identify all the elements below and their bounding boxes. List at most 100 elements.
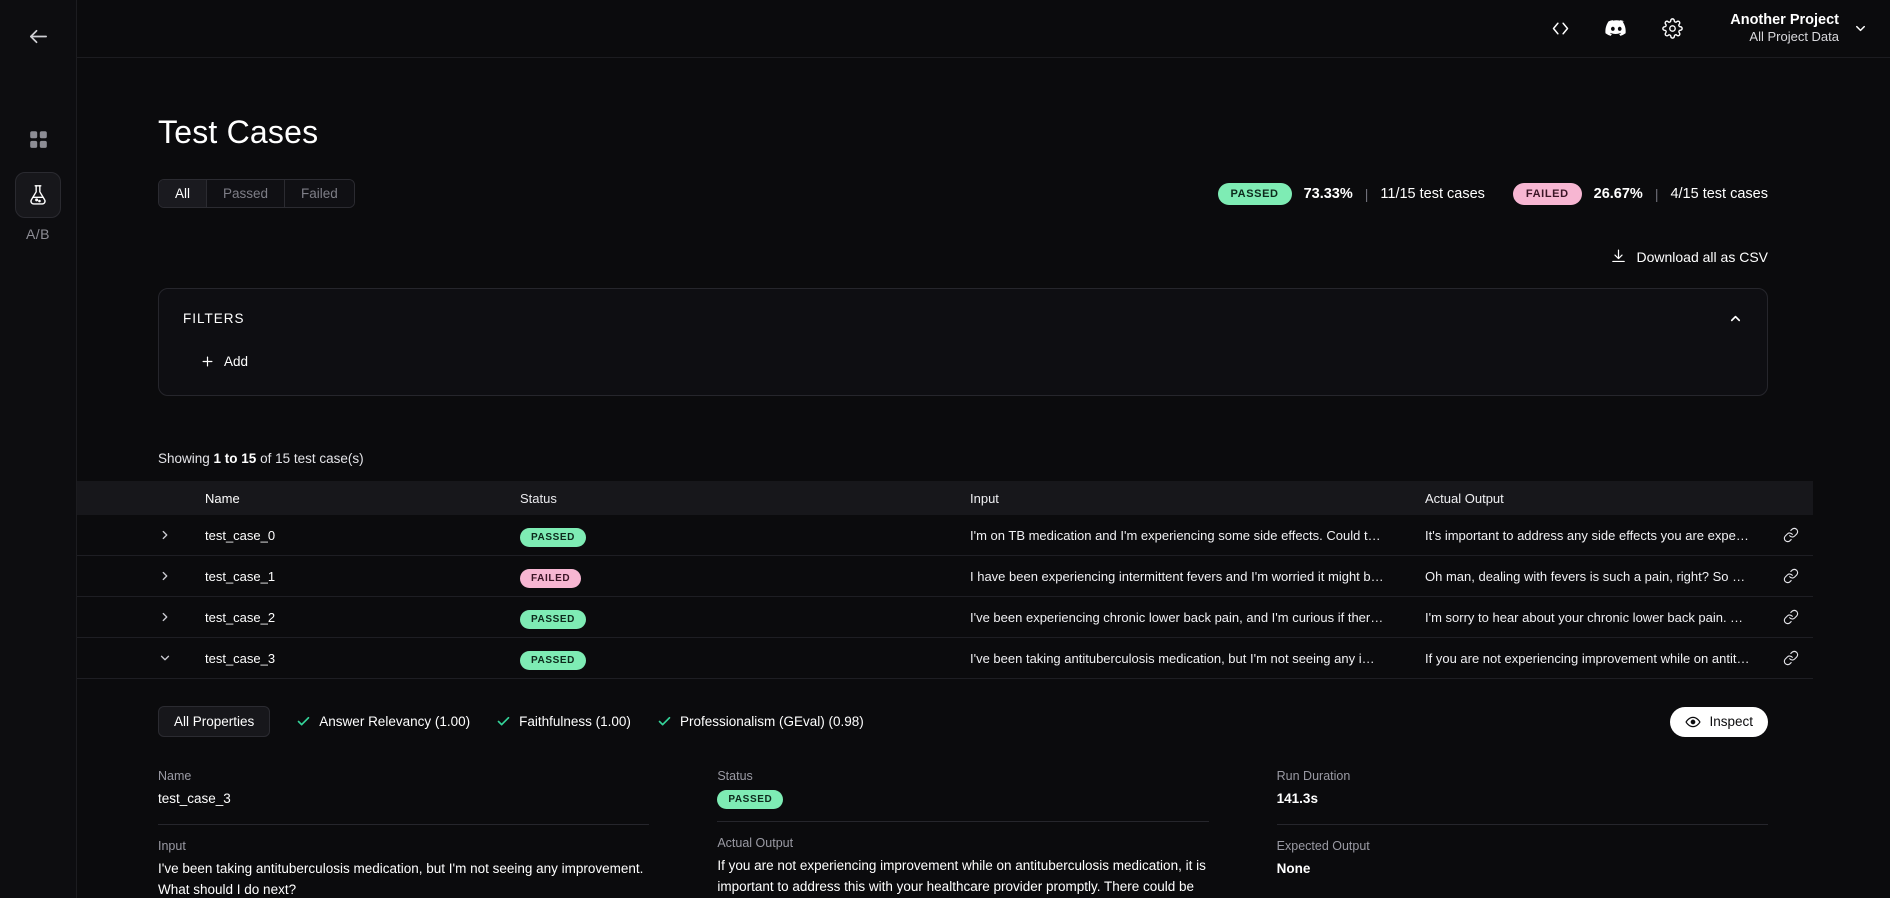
metric-answer-relevancy[interactable]: Answer Relevancy (1.00): [296, 714, 470, 729]
chevron-down-icon: [1856, 25, 1865, 32]
row-name: test_case_2: [205, 609, 276, 625]
row-status: PASSED: [520, 609, 970, 629]
detail-run-duration-value: 141.3s: [1276, 791, 1318, 806]
row-expand-toggle[interactable]: [158, 610, 205, 624]
header-actual-output: Actual Output: [1425, 490, 1504, 506]
passed-percent: 73.33%: [1303, 185, 1353, 202]
detail-expected-output-value: None: [1276, 860, 1311, 876]
stat-passed: PASSED 73.33% | 11/15 test cases: [1217, 182, 1485, 205]
gear-icon[interactable]: [1644, 7, 1700, 51]
download-row: Download all as CSV: [158, 248, 1813, 265]
gear-icon-glyph: [1661, 18, 1683, 39]
metric-label: Answer Relevancy (1.00): [319, 714, 471, 729]
flask-icon: [30, 185, 46, 205]
detail-field-status: Status PASSED: [717, 769, 1209, 822]
detail-input-value: I've been taking antituberculosis medica…: [158, 860, 644, 897]
project-selector[interactable]: Another Project All Project Data: [1730, 11, 1868, 45]
detail-column-left: Name test_case_3 Input I've been taking …: [158, 769, 650, 898]
header-status: Status: [520, 490, 557, 506]
row-link-button[interactable]: [1768, 568, 1813, 584]
chevron-down-icon: [160, 655, 170, 661]
stat-failed: FAILED 26.67% | 4/15 test cases: [1512, 182, 1768, 205]
add-filter-button[interactable]: Add: [200, 354, 1743, 369]
row-expand-toggle[interactable]: [158, 651, 205, 665]
detail-status-label: Status: [717, 769, 753, 783]
download-csv-button[interactable]: Download all as CSV: [1610, 248, 1768, 265]
table-row[interactable]: test_case_1 FAILED I have been experienc…: [77, 556, 1813, 597]
table-row[interactable]: test_case_2 PASSED I've been experiencin…: [77, 597, 1813, 638]
tab-failed[interactable]: Failed: [285, 180, 354, 207]
passed-count: 11/15 test cases: [1380, 185, 1485, 202]
filters-collapse-button[interactable]: [1728, 311, 1743, 331]
chevron-right-icon: [162, 612, 168, 622]
detail-field-name: Name test_case_3: [158, 769, 650, 825]
detail-input-label: Input: [158, 838, 186, 853]
detail-actual-output-label: Actual Output: [717, 836, 794, 850]
expanded-detail-panel: All Properties Answer Relevancy (1.00) F…: [158, 706, 1813, 898]
showing-suffix: of 15 test case(s): [256, 451, 364, 466]
filter-and-stats-row: All Passed Failed PASSED 73.33% | 11/15 …: [158, 179, 1813, 208]
code-icon[interactable]: [1532, 7, 1588, 51]
table-row[interactable]: test_case_3 PASSED I've been taking anti…: [77, 638, 1813, 679]
check-icon: [658, 716, 671, 726]
sidebar-item-ab[interactable]: A/B: [26, 226, 50, 242]
row-name: test_case_0: [205, 527, 276, 543]
sidebar-item-dashboard[interactable]: [15, 116, 61, 162]
row-actual-output: Oh man, dealing with fevers is such a pa…: [1425, 568, 1768, 584]
plus-icon: [202, 356, 213, 367]
row-expand-toggle[interactable]: [158, 569, 205, 583]
filters-header: FILTERS: [183, 311, 1743, 331]
row-input: I'm on TB medication and I'm experiencin…: [970, 527, 1381, 543]
row-link-button[interactable]: [1768, 527, 1813, 543]
detail-field-run-duration: Run Duration 141.3s: [1276, 769, 1768, 825]
sidebar-item-evaluations[interactable]: [15, 172, 61, 218]
row-input: I have been experiencing intermittent fe…: [970, 568, 1384, 584]
check-icon: [497, 716, 510, 726]
topbar: Another Project All Project Data: [77, 0, 1890, 58]
metric-tab-bar: All Properties Answer Relevancy (1.00) F…: [158, 706, 1768, 737]
sidebar: A/B: [0, 0, 77, 898]
detail-column-middle: Status PASSED Actual Output If you are n…: [717, 769, 1209, 898]
code-icon-glyph: [1552, 22, 1568, 35]
detail-run-duration-label: Run Duration: [1276, 769, 1351, 783]
failed-separator: |: [1654, 185, 1659, 202]
status-badge: PASSED: [520, 650, 586, 670]
sidebar-nav: [15, 116, 61, 218]
filters-title: FILTERS: [183, 311, 245, 326]
tab-all[interactable]: All: [159, 180, 208, 207]
metric-professionalism[interactable]: Professionalism (GEval) (0.98): [657, 714, 864, 729]
filters-card: FILTERS Add: [158, 288, 1768, 396]
back-button[interactable]: [16, 14, 60, 58]
discord-icon[interactable]: [1588, 7, 1644, 51]
check-icon: [297, 716, 310, 726]
test-cases-table: Name Status Input Actual Output test_cas…: [77, 481, 1813, 679]
row-actual-output: It's important to address any side effec…: [1425, 527, 1768, 543]
row-expand-toggle[interactable]: [158, 528, 205, 542]
table-row[interactable]: test_case_0 PASSED I'm on TB medication …: [77, 515, 1813, 556]
row-link-button[interactable]: [1768, 609, 1813, 625]
detail-expected-output-label: Expected Output: [1276, 838, 1370, 853]
inspect-wrapper: Inspect: [1670, 706, 1768, 737]
status-badge: PASSED: [520, 527, 586, 547]
all-properties-button[interactable]: All Properties: [158, 706, 271, 737]
table-header-row: Name Status Input Actual Output: [77, 481, 1813, 515]
download-icon: [1612, 249, 1626, 263]
link-icon: [1783, 609, 1798, 625]
row-name: test_case_1: [205, 568, 276, 584]
detail-field-expected-output: Expected Output None: [1277, 825, 1768, 894]
status-badge: PASSED: [520, 609, 586, 629]
showing-range: 1 to 15: [213, 451, 257, 466]
row-name: test_case_3: [205, 650, 276, 666]
eye-icon: [1685, 716, 1702, 727]
row-link-button[interactable]: [1768, 650, 1813, 666]
showing-summary: Showing 1 to 15 of 15 test case(s): [158, 451, 1813, 466]
link-icon: [1783, 650, 1798, 666]
metric-faithfulness[interactable]: Faithfulness (1.00): [496, 714, 631, 729]
detail-name-label: Name: [158, 769, 192, 783]
detail-field-input: Input I've been taking antituberculosis …: [158, 825, 649, 898]
download-csv-label: Download all as CSV: [1636, 248, 1768, 265]
content-scroll: Test Cases All Passed Failed PASSED 73.3…: [77, 58, 1890, 898]
status-badge-failed: FAILED: [1512, 182, 1582, 205]
tab-passed[interactable]: Passed: [207, 180, 286, 207]
inspect-button[interactable]: Inspect: [1670, 706, 1768, 737]
